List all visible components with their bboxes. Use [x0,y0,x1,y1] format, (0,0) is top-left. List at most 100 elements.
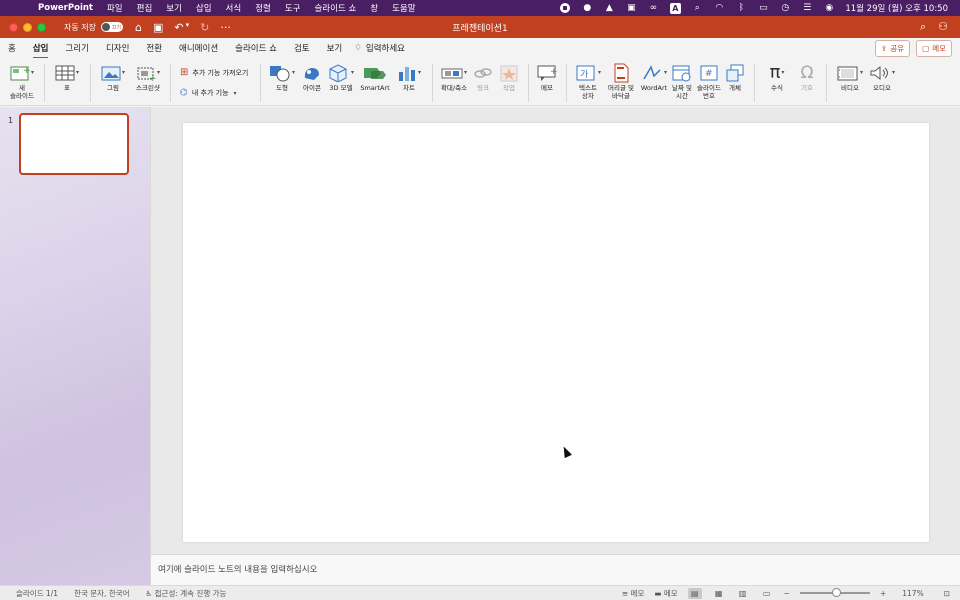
new-slide-button[interactable]: + ▾ 새 슬라이드 [6,62,38,100]
fit-to-window-icon[interactable]: ⊡ [944,589,950,598]
symbol-button[interactable]: Ω 기호 [796,62,818,93]
accessibility-status[interactable]: ♿ 접근성: 계속 진행 가능 [146,588,227,599]
tell-me-search[interactable]: ♢ 입력하세요 [354,42,405,54]
new-comment-button[interactable]: + 메모 [534,62,560,92]
notes-pane[interactable]: 여기에 슬라이드 노트의 내용을 입력하십시오 [151,554,960,585]
redo-icon[interactable]: ↻ [200,21,209,34]
screen-record-icon[interactable] [559,3,571,13]
comments-toggle-button[interactable]: ▬ 메모 [654,588,677,599]
object-button[interactable]: 개체 [724,62,746,92]
hat-icon[interactable]: ▲ [603,3,615,13]
tab-insert[interactable]: 삽입 [32,42,48,59]
pictures-button[interactable]: ▾ 그림 [98,62,128,92]
input-source-icon[interactable]: A [669,2,681,14]
table-dropdown-icon[interactable]: ▾ [76,69,79,77]
language-indicator[interactable]: 한국 문자, 한국어 [74,588,129,599]
menu-insert[interactable]: 삽입 [196,2,212,14]
bluetooth-icon[interactable]: ᛒ [735,3,747,13]
icons-button[interactable]: 아이콘 [300,62,324,92]
smartart-button[interactable]: SmartArt [358,62,392,92]
zoom-in-button[interactable]: + [880,589,886,598]
autosave-toggle[interactable]: 끄기 [100,22,123,32]
battery-icon[interactable]: ▭ [757,3,769,13]
siri-icon[interactable]: ◉ [823,3,835,13]
slide-number-button[interactable]: # 슬라이드 번호 [696,62,722,100]
tab-review[interactable]: 검토 [294,42,310,54]
zoom-window-icon[interactable] [37,22,46,32]
action-button[interactable]: 작업 [498,62,520,92]
chat-icon[interactable]: ● [581,3,593,13]
chart-button[interactable]: ▾ 차트 [394,62,424,92]
home-icon[interactable]: ⌂ [135,21,142,34]
undo-icon[interactable]: ↶ [174,21,183,34]
glasses-icon[interactable]: ∞ [647,3,659,13]
tab-home[interactable]: 홈 [8,42,16,54]
comments-button[interactable]: ▢ 메모 [916,39,952,57]
my-addins-dropdown-icon[interactable]: ▾ [234,90,237,97]
chart-dropdown-icon[interactable]: ▾ [418,69,421,77]
menu-help[interactable]: 도움말 [392,2,415,14]
close-window-icon[interactable] [9,22,18,32]
textbox-button[interactable]: 가 ▾ 텍스트 상자 [572,62,604,100]
menu-arrange[interactable]: 정렬 [255,2,271,14]
zoom-out-button[interactable]: − [784,589,790,598]
tab-transitions[interactable]: 전환 [146,42,162,54]
textbox-dropdown-icon[interactable]: ▾ [598,69,601,77]
tab-animations[interactable]: 애니메이션 [179,42,218,54]
zoom-slider[interactable] [799,588,870,597]
normal-view-button[interactable]: ▤ [687,587,702,599]
new-slide-dropdown-icon[interactable]: ▾ [31,69,34,77]
pictures-dropdown-icon[interactable]: ▾ [122,69,125,77]
date-time-button[interactable]: 날짜 및 시간 [670,62,694,100]
tab-slideshow[interactable]: 슬라이드 쇼 [235,42,277,54]
notes-toggle-button[interactable]: ≡ 메모 [622,588,645,599]
3d-models-button[interactable]: ▾ 3D 모델 [326,62,356,92]
shapes-dropdown-icon[interactable]: ▾ [292,69,295,77]
slide-sorter-view-button[interactable]: ▦ [712,588,726,599]
shapes-button[interactable]: ▾ 도형 [266,62,298,92]
audio-button[interactable]: ▾ 오디오 [866,62,898,92]
table-button[interactable]: ▾ 표 [52,62,82,92]
my-addins-button[interactable]: ⌬ 내 추가 기능 ▾ [180,88,237,98]
zoom-slider-knob[interactable] [831,588,841,597]
menu-window[interactable]: 창 [370,2,378,14]
save-icon[interactable]: ▣ [153,21,163,34]
spotlight-search-icon[interactable]: ⌕ [691,3,703,13]
slideshow-view-button[interactable]: ▭ [760,588,774,599]
more-commands-icon[interactable]: ··· [220,21,231,34]
zoom-dropdown-icon[interactable]: ▾ [464,69,467,77]
app-grid-icon[interactable]: ▣ [625,3,637,13]
3d-models-dropdown-icon[interactable]: ▾ [351,69,354,77]
undo-dropdown-icon[interactable]: ▾ [186,21,190,34]
slide-thumbnail[interactable] [19,113,129,175]
menu-view[interactable]: 보기 [166,2,182,14]
minimize-window-icon[interactable] [23,22,32,32]
get-addins-button[interactable]: ⊞ 추가 기능 가져오기 [180,67,248,78]
zoom-percentage[interactable]: 117% [902,589,923,598]
share-button[interactable]: ⇪ 공유 [874,39,911,57]
menu-app-name[interactable]: PowerPoint [38,3,93,13]
menu-format[interactable]: 서식 [226,2,242,14]
share-people-icon[interactable]: ⚇ [938,20,948,34]
reading-view-button[interactable]: ▥ [736,588,750,599]
menu-edit[interactable]: 편집 [137,2,153,14]
tab-draw[interactable]: 그리기 [65,42,88,54]
equation-dropdown-icon[interactable]: ▾ [781,69,784,77]
video-dropdown-icon[interactable]: ▾ [860,69,863,77]
menu-slideshow[interactable]: 슬라이드 쇼 [314,2,356,14]
video-button[interactable]: ▾ 비디오 [834,62,866,92]
tab-view[interactable]: 보기 [327,42,343,54]
equation-button[interactable]: π ▾ 수식 [762,62,792,93]
link-button[interactable]: 링크 [472,62,494,92]
wordart-dropdown-icon[interactable]: ▾ [664,69,667,77]
menubar-clock[interactable]: 11월 29일 (월) 오후 10:50 [845,2,948,14]
tab-design[interactable]: 디자인 [106,42,129,54]
audio-dropdown-icon[interactable]: ▾ [892,69,895,77]
screenshot-button[interactable]: + ▾ 스크린샷 [132,62,164,92]
search-icon[interactable]: ⌕ [920,20,926,34]
screenshot-dropdown-icon[interactable]: ▾ [157,69,160,77]
wordart-button[interactable]: ▾ WordArt [638,62,670,92]
zoom-button[interactable]: ▾ 확대/축소 [438,62,470,92]
wifi-icon[interactable]: ◠ [713,3,725,13]
time-machine-icon[interactable]: ◷ [779,3,791,13]
